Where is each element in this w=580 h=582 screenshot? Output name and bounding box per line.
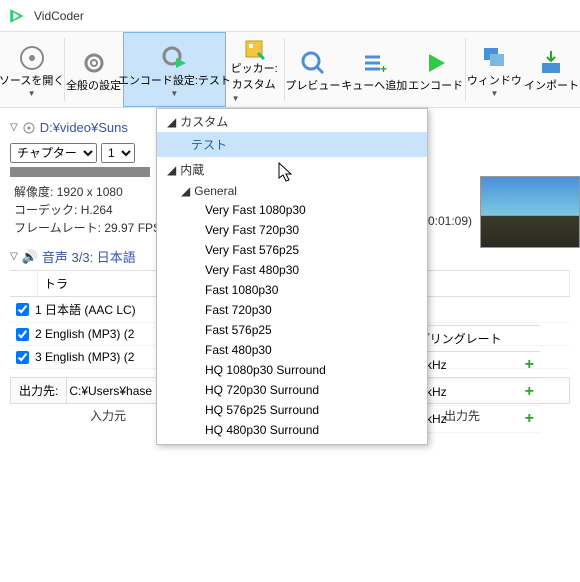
duration-text: (0:01:09) [424,214,472,228]
chevron-down-icon: ▽ [10,122,18,133]
chevron-down-icon: ◢ [167,163,176,177]
preset-item[interactable]: HQ 720p30 Surround [157,380,427,400]
import-icon [539,49,563,77]
chapter-select[interactable]: チャプター [10,143,97,163]
preset-item[interactable]: HQ 576p25 Surround [157,400,427,420]
titlebar: VidCoder [0,0,580,32]
preset-item[interactable]: Very Fast 576p25 [157,240,427,260]
chapter-num-select[interactable]: 1 [101,143,135,163]
preset-item[interactable]: Very Fast 480p30 [157,260,427,280]
track-checkbox[interactable] [16,328,29,341]
preset-item[interactable]: Very Fast 1080p30 [157,200,427,220]
preset-group-general[interactable]: ◢ General [157,180,427,200]
preset-item[interactable]: HQ 480p30 Surround [157,420,427,440]
chevron-down-icon: ◢ [167,115,176,129]
chevron-down-icon: ▼ [170,89,178,98]
windows-icon [480,44,508,72]
preset-item-test[interactable]: テスト [157,132,427,157]
play-icon [422,49,450,77]
gear-icon [80,49,108,77]
app-title: VidCoder [34,9,84,23]
encode-button[interactable]: エンコード [407,32,465,107]
preset-group-custom[interactable]: ◢ カスタム [157,109,427,132]
preset-item[interactable]: Fast 480p30 [157,340,427,360]
picker-button[interactable]: ピッカー: カスタム ▼ [226,32,284,107]
add-queue-button[interactable]: + キューへ追加 [342,32,407,107]
source-path: D:¥video¥Suns [40,120,128,135]
import-button[interactable]: インポート [524,32,580,107]
preset-dropdown: ◢ カスタム テスト ◢ 内蔵 ◢ General Very Fast 1080… [156,108,428,445]
global-settings-button[interactable]: 全般の設定 [65,32,123,107]
preset-item[interactable]: HQ 1080p30 Surround [157,360,427,380]
preview-icon [299,49,327,77]
chevron-down-icon: ▼ [490,89,498,98]
chevron-down-icon: ▽ [10,251,18,262]
open-source-button[interactable]: ソースを開く ▼ [0,32,64,107]
preview-thumbnail [480,176,580,248]
encode-settings-button[interactable]: エンコード設定:テスト ▼ [123,32,226,107]
progress-bar [10,167,150,177]
chevron-down-icon: ◢ [181,184,190,198]
preview-button[interactable]: プレビュー [284,32,342,107]
queue-add-icon: + [360,49,388,77]
disc-small-icon [22,121,36,135]
gear-play-icon [160,44,188,72]
preset-item[interactable]: Very Fast 720p30 [157,220,427,240]
track-checkbox[interactable] [16,351,29,364]
add-icon[interactable]: + [525,356,534,374]
audio-header: 音声 3/3: 日本語 [42,247,136,266]
window-button[interactable]: ウィンドウ ▼ [466,32,524,107]
preset-item[interactable]: Fast 1080p30 [157,280,427,300]
speaker-icon: 🔊 [22,249,38,265]
chevron-down-icon: ▼ [28,89,36,98]
preset-group-builtin[interactable]: ◢ 内蔵 [157,157,427,180]
output-label: 出力先: [11,378,67,403]
track-checkbox[interactable] [16,303,29,316]
app-logo [8,7,26,25]
preset-item[interactable]: Fast 720p30 [157,300,427,320]
chevron-down-icon: ▼ [232,94,240,103]
toolbar: ソースを開く ▼ 全般の設定 エンコード設定:テスト ▼ ピッカー: カスタム … [0,32,580,108]
add-icon[interactable]: + [525,410,534,428]
picker-icon [240,35,268,63]
add-icon[interactable]: + [525,383,534,401]
disc-icon [18,44,46,72]
svg-text:+: + [380,62,387,76]
preset-item[interactable]: Fast 576p25 [157,320,427,340]
